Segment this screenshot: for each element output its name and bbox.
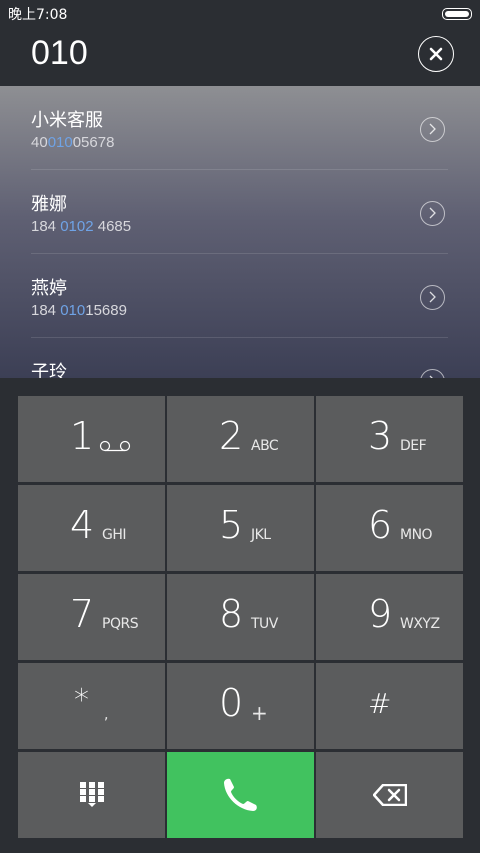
- dialed-number: 010: [31, 34, 88, 72]
- key-5[interactable]: 5 JKL: [167, 485, 314, 571]
- contact-detail-button[interactable]: [420, 117, 445, 142]
- key-9[interactable]: 9 WXYZ: [316, 574, 463, 660]
- key-1[interactable]: 1: [18, 396, 165, 482]
- contact-row[interactable]: 子玲: [0, 338, 480, 378]
- key-letters: JKL: [251, 527, 271, 543]
- key-digit: 5: [219, 503, 244, 547]
- key-digit: 7: [70, 592, 95, 636]
- chevron-right-icon: [429, 207, 436, 219]
- key-digit: *: [74, 683, 89, 718]
- chevron-right-icon: [429, 291, 436, 303]
- key-letters: ABC: [251, 438, 279, 454]
- contact-row[interactable]: 雅娜 184 0102 4685: [0, 170, 480, 254]
- clear-number-button[interactable]: [418, 36, 454, 72]
- call-button[interactable]: [167, 752, 314, 838]
- key-digit: 4: [70, 503, 95, 547]
- key-digit: 3: [368, 414, 393, 458]
- key-8[interactable]: 8 TUV: [167, 574, 314, 660]
- status-time: 晚上7:08: [8, 7, 68, 23]
- key-digit: #: [368, 687, 392, 720]
- matched-digits: 0102: [60, 218, 94, 235]
- key-letters: +: [251, 701, 268, 725]
- key-star[interactable]: * ,: [18, 663, 165, 749]
- key-digit: 2: [219, 414, 244, 458]
- contact-row[interactable]: 燕婷 184 01015689: [0, 254, 480, 338]
- contact-name: 燕婷: [31, 278, 67, 299]
- contact-phone: 184 0102 4685: [31, 218, 132, 235]
- keypad-toggle-button[interactable]: [18, 752, 165, 838]
- contact-phone: 184 01015689: [31, 302, 127, 319]
- voicemail-icon: [99, 440, 131, 452]
- key-4[interactable]: 4 GHI: [18, 485, 165, 571]
- contact-name: 雅娜: [31, 194, 67, 215]
- key-7[interactable]: 7 PQRS: [18, 574, 165, 660]
- key-letters: DEF: [400, 438, 427, 454]
- matched-digits: 010: [60, 302, 86, 319]
- key-2[interactable]: 2 ABC: [167, 396, 314, 482]
- battery-icon: [442, 8, 472, 20]
- status-bar: 晚上7:08: [0, 0, 480, 26]
- dial-keypad: 1 2 ABC 3 DEF 4 GHI 5 JKL 6 MNO 7 PQRS 8…: [0, 378, 480, 853]
- contact-phone: 4001005678: [31, 134, 115, 151]
- keypad-toggle-icon: [79, 782, 104, 807]
- key-digit: 0: [219, 681, 244, 725]
- dialer-header: 010: [0, 26, 480, 86]
- key-digit: 6: [368, 503, 393, 547]
- key-letters: PQRS: [102, 616, 139, 632]
- backspace-icon: [372, 784, 407, 806]
- contact-detail-button[interactable]: [420, 285, 445, 310]
- key-letters: MNO: [400, 527, 433, 543]
- contact-name: 小米客服: [31, 110, 103, 131]
- contact-name: 子玲: [31, 362, 67, 378]
- contact-row[interactable]: 小米客服 4001005678: [0, 86, 480, 170]
- backspace-button[interactable]: [316, 752, 463, 838]
- key-digit: 1: [70, 414, 95, 458]
- key-digit: 8: [219, 592, 244, 636]
- key-letters: TUV: [251, 616, 278, 632]
- contact-detail-button[interactable]: [420, 369, 445, 378]
- key-letters: GHI: [102, 527, 127, 543]
- close-icon: [429, 47, 443, 61]
- contact-detail-button[interactable]: [420, 201, 445, 226]
- key-letters: ,: [104, 707, 108, 723]
- contact-results[interactable]: 小米客服 4001005678 雅娜 184 0102 4685 燕婷 184 …: [0, 86, 480, 378]
- matched-digits: 010: [47, 134, 73, 151]
- key-hash[interactable]: #: [316, 663, 463, 749]
- key-3[interactable]: 3 DEF: [316, 396, 463, 482]
- key-digit: 9: [368, 592, 393, 636]
- key-letters: WXYZ: [400, 616, 440, 632]
- key-6[interactable]: 6 MNO: [316, 485, 463, 571]
- chevron-right-icon: [429, 123, 436, 135]
- key-0[interactable]: 0 +: [167, 663, 314, 749]
- phone-call-icon: [223, 778, 257, 811]
